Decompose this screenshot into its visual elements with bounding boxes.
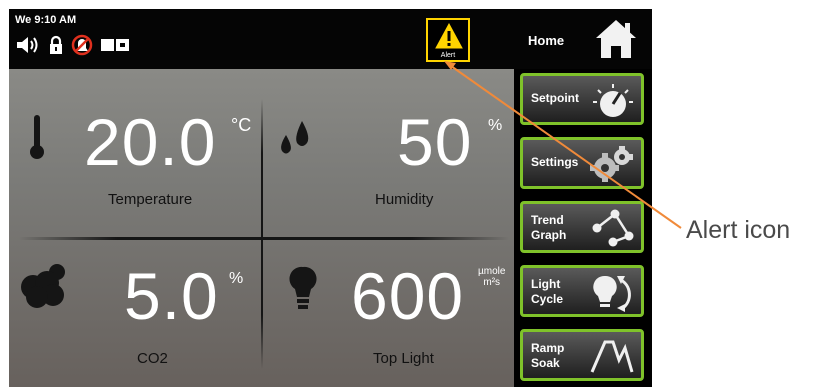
annotation-line [444, 61, 682, 229]
annotation-label: Alert icon [686, 216, 791, 244]
